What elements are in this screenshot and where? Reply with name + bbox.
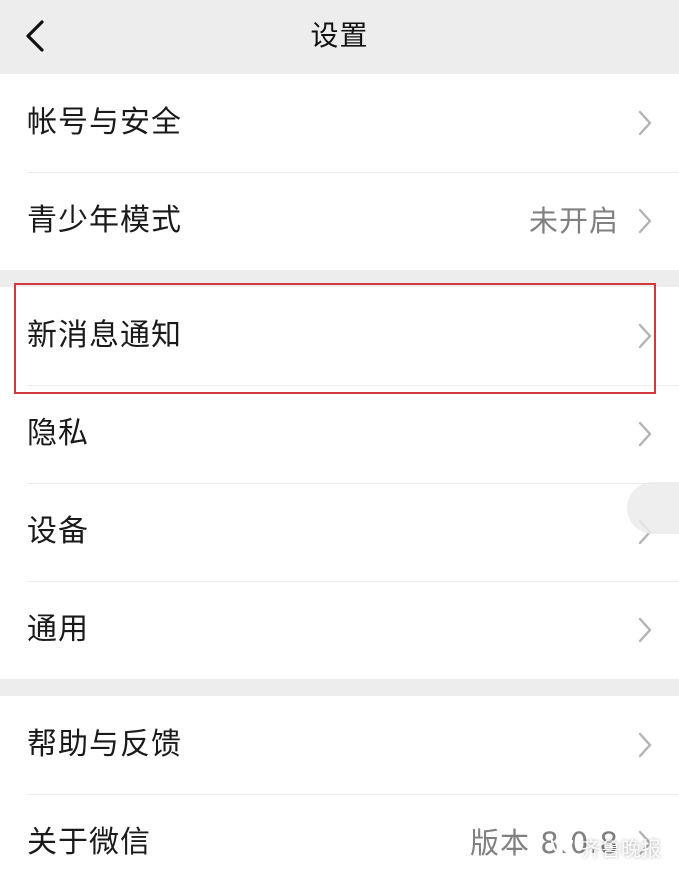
- chevron-right-icon: [638, 421, 652, 447]
- chevron-right-icon: [638, 110, 652, 136]
- settings-item-account-security[interactable]: 帐号与安全: [0, 74, 679, 172]
- chevron-right-icon: [638, 323, 652, 349]
- chevron-right-icon: [638, 732, 652, 758]
- floating-window-handle[interactable]: [627, 482, 679, 534]
- settings-group-account: 帐号与安全 青少年模式 未开启: [0, 74, 679, 270]
- wechat-channel-icon: [550, 839, 574, 853]
- settings-screen: 设置 帐号与安全 青少年模式 未开启 新消息通知 隐私 设备 通用 帮助与反馈 …: [0, 0, 679, 892]
- settings-item-label: 设备: [27, 514, 89, 549]
- page-title: 设置: [310, 19, 369, 52]
- settings-item-label: 帮助与反馈: [27, 727, 182, 762]
- settings-item-label: 通用: [27, 612, 89, 647]
- chevron-right-icon: [638, 208, 652, 234]
- settings-item-label: 帐号与安全: [27, 105, 182, 140]
- settings-item-help-feedback[interactable]: 帮助与反馈: [0, 696, 679, 794]
- settings-item-new-message-notification[interactable]: 新消息通知: [0, 287, 679, 385]
- settings-item-privacy[interactable]: 隐私: [0, 385, 679, 483]
- nav-bar: 设置: [0, 0, 679, 74]
- settings-item-devices[interactable]: 设备: [0, 483, 679, 581]
- settings-item-value: 未开启: [528, 204, 619, 238]
- settings-item-label: 关于微信: [27, 825, 151, 860]
- settings-item-label: 隐私: [27, 416, 89, 451]
- settings-item-label: 新消息通知: [27, 318, 182, 353]
- settings-group-general: 新消息通知 隐私 设备 通用: [0, 287, 679, 679]
- watermark-text: 齐鲁晚报: [581, 836, 661, 861]
- settings-group-about: 帮助与反馈 关于微信 版本 8.0.8: [0, 696, 679, 892]
- chevron-right-icon: [638, 617, 652, 643]
- settings-item-general[interactable]: 通用: [0, 581, 679, 679]
- settings-item-teen-mode[interactable]: 青少年模式 未开启: [0, 172, 679, 270]
- watermark: 齐鲁晚报: [549, 832, 661, 862]
- settings-item-label: 青少年模式: [27, 203, 182, 238]
